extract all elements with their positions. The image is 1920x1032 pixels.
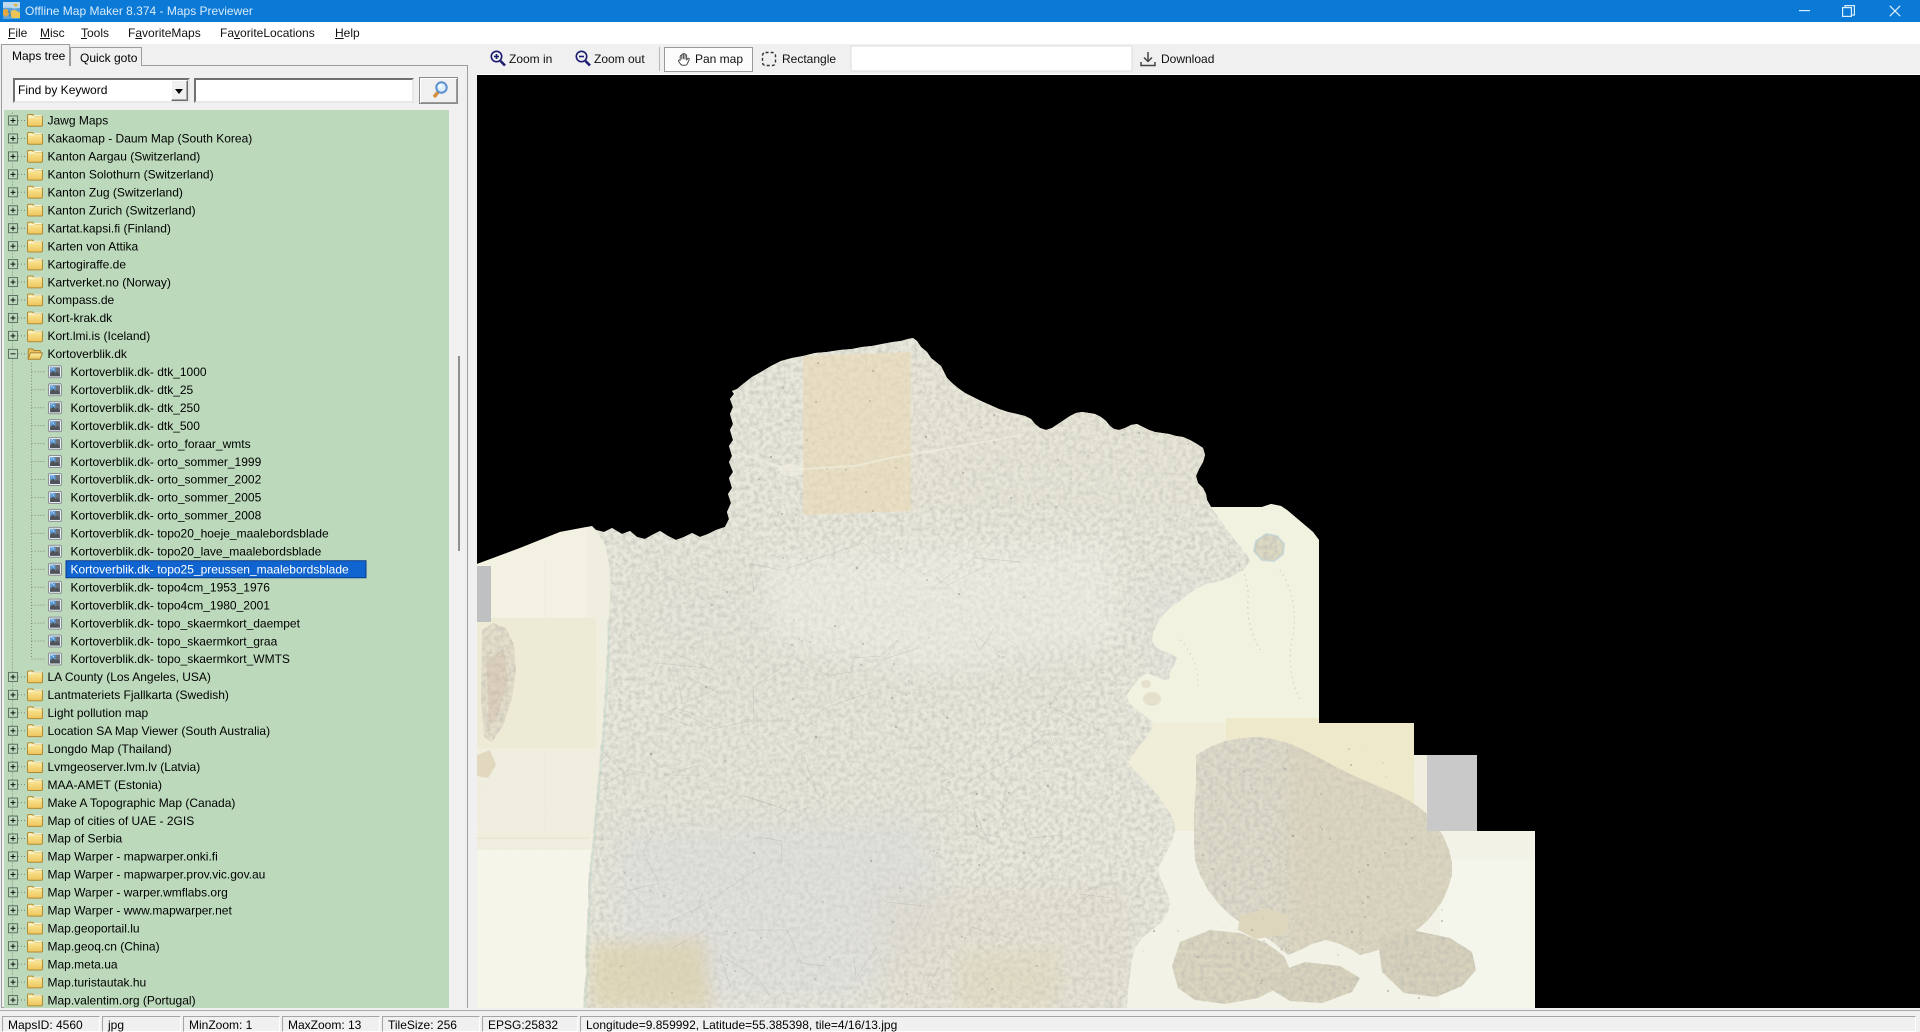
svg-text:Map.meta.ua: Map.meta.ua xyxy=(48,957,118,971)
svg-text:Kortoverblik.dk- orto_foraar_w: Kortoverblik.dk- orto_foraar_wmts xyxy=(71,437,251,451)
svg-text:Download: Download xyxy=(1161,52,1214,66)
svg-text:Kortoverblik.dk- dtk_25: Kortoverblik.dk- dtk_25 xyxy=(71,383,194,397)
svg-text:Kartverket.no (Norway): Kartverket.no (Norway) xyxy=(48,275,171,289)
svg-text:Longdo Map (Thailand): Longdo Map (Thailand) xyxy=(48,742,172,756)
svg-text:Kortoverblik.dk- dtk_250: Kortoverblik.dk- dtk_250 xyxy=(71,401,201,415)
svg-text:Make A Topographic Map (Canada: Make A Topographic Map (Canada) xyxy=(48,796,236,810)
svg-text:Kompass.de: Kompass.de xyxy=(48,293,115,307)
svg-text:Karten von Attika: Karten von Attika xyxy=(48,239,139,253)
svg-text:Map.geoportail.lu: Map.geoportail.lu xyxy=(48,921,140,935)
svg-text:Kortoverblik.dk- orto_sommer_2: Kortoverblik.dk- orto_sommer_2002 xyxy=(71,473,262,487)
svg-text:Kortoverblik.dk- orto_sommer_2: Kortoverblik.dk- orto_sommer_2005 xyxy=(71,491,262,505)
svg-text:Lvmgeoserver.lvm.lv (Latvia): Lvmgeoserver.lvm.lv (Latvia) xyxy=(48,760,201,774)
svg-text:Lantmateriets Fjallkarta (Swed: Lantmateriets Fjallkarta (Swedish) xyxy=(48,688,229,702)
svg-text:Location SA Map Viewer (South: Location SA Map Viewer (South Australia) xyxy=(48,724,271,738)
svg-text:Map.valentim.org (Portugal): Map.valentim.org (Portugal) xyxy=(48,993,196,1007)
svg-text:Kortoverblik.dk- dtk_500: Kortoverblik.dk- dtk_500 xyxy=(71,419,201,433)
svg-text:Kortoverblik.dk- topo_skaermko: Kortoverblik.dk- topo_skaermkort_WMTS xyxy=(71,652,290,666)
svg-text:Kakaomap - Daum Map (South Kor: Kakaomap - Daum Map (South Korea) xyxy=(48,132,253,146)
svg-text:Map Warper - warper.wmflabs.or: Map Warper - warper.wmflabs.org xyxy=(48,886,228,900)
svg-text:Kortoverblik.dk- orto_sommer_2: Kortoverblik.dk- orto_sommer_2008 xyxy=(71,509,262,523)
svg-text:Map.turistautak.hu: Map.turistautak.hu xyxy=(48,975,147,989)
svg-text:Map.geoq.cn (China): Map.geoq.cn (China) xyxy=(48,939,160,953)
svg-text:Kortoverblik.dk- topo20_hoeje_: Kortoverblik.dk- topo20_hoeje_maalebords… xyxy=(71,527,329,541)
svg-text:Zoom out: Zoom out xyxy=(594,52,645,66)
svg-text:Kortoverblik.dk- orto_sommer_1: Kortoverblik.dk- orto_sommer_1999 xyxy=(71,455,262,469)
svg-text:Jawg Maps: Jawg Maps xyxy=(48,114,109,128)
svg-text:Kortoverblik.dk- topo4cm_1953_: Kortoverblik.dk- topo4cm_1953_1976 xyxy=(71,580,271,594)
svg-text:Map Warper - www.mapwarper.net: Map Warper - www.mapwarper.net xyxy=(48,904,233,918)
svg-text:Kanton Zurich (Switzerland): Kanton Zurich (Switzerland) xyxy=(48,203,196,217)
svg-text:Zoom in: Zoom in xyxy=(509,52,552,66)
svg-text:Map Warper - mapwarper.prov.vi: Map Warper - mapwarper.prov.vic.gov.au xyxy=(48,868,266,882)
svg-text:Kanton Aargau (Switzerland): Kanton Aargau (Switzerland) xyxy=(48,150,201,164)
svg-text:Map of Serbia: Map of Serbia xyxy=(48,832,123,846)
svg-text:Kort-krak.dk: Kort-krak.dk xyxy=(48,311,114,325)
svg-text:Kartat.kapsi.fi (Finland): Kartat.kapsi.fi (Finland) xyxy=(48,221,171,235)
svg-text:Pan map: Pan map xyxy=(695,52,743,66)
svg-text:Kort.lmi.is (Iceland): Kort.lmi.is (Iceland) xyxy=(48,329,151,343)
svg-text:Map Warper - mapwarper.onki.fi: Map Warper - mapwarper.onki.fi xyxy=(48,850,218,864)
svg-text:Kanton Zug (Switzerland): Kanton Zug (Switzerland) xyxy=(48,186,183,200)
svg-text:Kanton Solothurn (Switzerland): Kanton Solothurn (Switzerland) xyxy=(48,168,214,182)
svg-text:Rectangle: Rectangle xyxy=(782,52,836,66)
svg-text:Light pollution map: Light pollution map xyxy=(48,706,149,720)
svg-text:Kortoverblik.dk- topo_skaermko: Kortoverblik.dk- topo_skaermkort_daempet xyxy=(71,616,301,630)
svg-text:Kortoverblik.dk- topo4cm_1980_: Kortoverblik.dk- topo4cm_1980_2001 xyxy=(71,598,271,612)
svg-text:Kortoverblik.dk- topo_skaermko: Kortoverblik.dk- topo_skaermkort_graa xyxy=(71,634,278,648)
svg-text:LA County (Los Angeles, USA): LA County (Los Angeles, USA) xyxy=(48,670,211,684)
svg-text:Kortoverblik.dk- topo20_lave_m: Kortoverblik.dk- topo20_lave_maalebordsb… xyxy=(71,545,322,559)
svg-text:MAA-AMET (Estonia): MAA-AMET (Estonia) xyxy=(48,778,162,792)
svg-text:Map of cities of UAE - 2GIS: Map of cities of UAE - 2GIS xyxy=(48,814,195,828)
svg-text:Kortoverblik.dk: Kortoverblik.dk xyxy=(48,347,128,361)
svg-text:Kortoverblik.dk- dtk_1000: Kortoverblik.dk- dtk_1000 xyxy=(71,365,207,379)
svg-text:Kortoverblik.dk- topo25_preuss: Kortoverblik.dk- topo25_preussen_maalebo… xyxy=(71,562,350,576)
svg-text:Kartogiraffe.de: Kartogiraffe.de xyxy=(48,257,127,271)
